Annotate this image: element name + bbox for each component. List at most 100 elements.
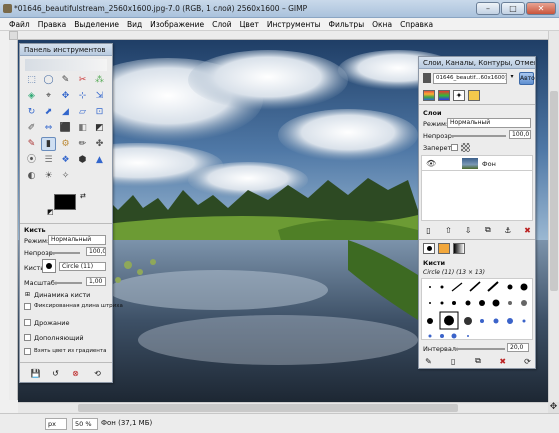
option-dynamics[interactable]: Динамика кисти bbox=[34, 291, 90, 299]
swap-colors-icon[interactable]: ⇄ bbox=[80, 192, 86, 200]
menu-item-0[interactable]: Файл bbox=[5, 18, 34, 30]
tool-5-icon[interactable]: ◈ bbox=[24, 89, 39, 103]
vertical-ruler[interactable] bbox=[9, 40, 18, 400]
tool-28-icon[interactable]: ⬢ bbox=[75, 153, 90, 167]
save-options-icon[interactable]: 💾 bbox=[30, 368, 41, 378]
horizontal-scroll-thumb[interactable] bbox=[78, 404, 458, 412]
menu-item-9[interactable]: Окна bbox=[368, 18, 396, 30]
tool-29-icon[interactable]: ▲ bbox=[92, 153, 107, 167]
layer-opacity-slider[interactable] bbox=[451, 135, 506, 137]
unit-select[interactable]: px bbox=[45, 418, 67, 430]
tool-30-icon[interactable]: ◐ bbox=[24, 169, 39, 183]
tool-9-icon[interactable]: ⇲ bbox=[92, 89, 107, 103]
refresh-brushes-icon[interactable]: ⟳ bbox=[522, 356, 533, 366]
menu-item-2[interactable]: Выделение bbox=[70, 18, 123, 30]
lock-pixels-checkbox[interactable] bbox=[451, 144, 458, 151]
tool-23-icon[interactable]: ✏ bbox=[75, 137, 90, 151]
scale-slider[interactable] bbox=[54, 282, 82, 284]
duplicate-brush-icon[interactable]: ⧉ bbox=[473, 356, 484, 366]
auto-button[interactable]: Авто bbox=[519, 72, 535, 85]
tool-3-icon[interactable]: ✂ bbox=[75, 73, 90, 87]
scale-field[interactable]: 1,00 bbox=[86, 277, 106, 286]
horizontal-ruler[interactable] bbox=[18, 31, 548, 40]
raise-layer-icon[interactable]: ⇧ bbox=[443, 225, 454, 235]
tab-patterns-icon[interactable] bbox=[438, 243, 450, 254]
restore-options-icon[interactable]: ↺ bbox=[50, 368, 61, 378]
tool-18-icon[interactable]: ◧ bbox=[75, 121, 90, 135]
vertical-scrollbar[interactable] bbox=[548, 31, 559, 402]
anchor-layer-icon[interactable]: ⚓ bbox=[502, 225, 513, 235]
layer-name[interactable]: Фон bbox=[482, 160, 496, 168]
reset-colors-icon[interactable]: ◩ bbox=[47, 208, 54, 216]
tab-paths-icon[interactable]: ✦ bbox=[453, 90, 465, 101]
tool-31-icon[interactable]: ☀ bbox=[41, 169, 56, 183]
tool-1-icon[interactable]: ◯ bbox=[41, 73, 56, 87]
tab-channels-icon[interactable] bbox=[438, 90, 450, 101]
spacing-slider[interactable] bbox=[453, 348, 505, 350]
wilber-drop-area[interactable] bbox=[25, 59, 107, 71]
tool-0-icon[interactable]: ⬚ bbox=[24, 73, 39, 87]
menu-item-10[interactable]: Справка bbox=[396, 18, 437, 30]
horizontal-scrollbar[interactable] bbox=[18, 402, 548, 413]
tool-26-icon[interactable]: ☰ bbox=[41, 153, 56, 167]
menu-item-1[interactable]: Правка bbox=[34, 18, 71, 30]
tool-16-icon[interactable]: ⇔ bbox=[41, 121, 56, 135]
duplicate-layer-icon[interactable]: ⧉ bbox=[482, 225, 493, 235]
tool-24-icon[interactable]: ✤ bbox=[92, 137, 107, 151]
tool-2-icon[interactable]: ✎ bbox=[58, 73, 73, 87]
tool-22-icon[interactable]: ⚙ bbox=[58, 137, 73, 151]
tool-19-icon[interactable]: ◩ bbox=[92, 121, 107, 135]
gradient-checkbox[interactable] bbox=[24, 348, 31, 355]
tool-6-icon[interactable]: ⌖ bbox=[41, 89, 56, 103]
tool-25-icon[interactable]: ⦿ bbox=[24, 153, 39, 167]
maximize-button[interactable]: □ bbox=[501, 2, 525, 15]
brush-grid[interactable] bbox=[421, 278, 533, 340]
tool-21-icon[interactable]: ▮ bbox=[41, 137, 56, 151]
tool-14-icon[interactable]: ⊡ bbox=[92, 105, 107, 119]
jitter-checkbox[interactable] bbox=[24, 319, 31, 326]
tool-11-icon[interactable]: ⬈ bbox=[41, 105, 56, 119]
opacity-slider[interactable] bbox=[50, 252, 80, 254]
opacity-field[interactable]: 100,0 bbox=[86, 247, 106, 256]
tool-7-icon[interactable]: ✥ bbox=[58, 89, 73, 103]
delete-brush-icon[interactable]: ✖ bbox=[497, 356, 508, 366]
edit-brush-icon[interactable]: ✎ bbox=[423, 356, 434, 366]
tool-32-icon[interactable]: ✧ bbox=[58, 169, 73, 183]
menu-item-8[interactable]: Фильтры bbox=[325, 18, 369, 30]
quick-mask-corner[interactable] bbox=[9, 31, 18, 40]
vertical-scroll-thumb[interactable] bbox=[550, 91, 558, 291]
tab-undo-icon[interactable] bbox=[468, 90, 480, 101]
mode-select[interactable]: Нормальный bbox=[48, 235, 106, 245]
minimize-button[interactable]: – bbox=[476, 2, 500, 15]
fixed-length-checkbox[interactable] bbox=[24, 303, 31, 310]
menu-item-4[interactable]: Изображение bbox=[146, 18, 208, 30]
lock-alpha-icon[interactable] bbox=[461, 143, 470, 152]
tool-13-icon[interactable]: ▱ bbox=[75, 105, 90, 119]
tool-15-icon[interactable]: ✐ bbox=[24, 121, 39, 135]
layer-row[interactable]: 👁 Фон bbox=[421, 155, 533, 171]
delete-options-icon[interactable]: ⊗ bbox=[70, 368, 81, 378]
layer-mode-select[interactable]: Нормальный bbox=[447, 118, 531, 128]
tab-gradients-icon[interactable] bbox=[453, 243, 465, 254]
tool-20-icon[interactable]: ✎ bbox=[24, 137, 39, 151]
new-brush-icon[interactable]: ▯ bbox=[448, 356, 459, 366]
tool-4-icon[interactable]: ⁂ bbox=[92, 73, 107, 87]
brush-preview[interactable] bbox=[42, 259, 56, 273]
incremental-checkbox[interactable] bbox=[24, 334, 31, 341]
menu-item-7[interactable]: Инструменты bbox=[263, 18, 325, 30]
reset-options-icon[interactable]: ⟲ bbox=[92, 368, 103, 378]
image-select-arrow-icon[interactable]: ▾ bbox=[508, 73, 516, 84]
layer-opacity-field[interactable]: 100,0 bbox=[509, 130, 531, 139]
menu-item-6[interactable]: Цвет bbox=[236, 18, 263, 30]
image-select[interactable]: 01646_beautif...60x1600].jpg-7.0 bbox=[433, 73, 507, 84]
spacing-field[interactable]: 20,0 bbox=[507, 343, 529, 352]
tool-10-icon[interactable]: ↻ bbox=[24, 105, 39, 119]
expand-icon[interactable]: ⊞ bbox=[25, 291, 30, 298]
lower-layer-icon[interactable]: ⇩ bbox=[463, 225, 474, 235]
tool-8-icon[interactable]: ⊹ bbox=[75, 89, 90, 103]
new-layer-icon[interactable]: ▯ bbox=[423, 225, 434, 235]
tab-layers-icon[interactable] bbox=[423, 90, 435, 101]
foreground-color[interactable] bbox=[54, 194, 76, 210]
tool-27-icon[interactable]: ❖ bbox=[58, 153, 73, 167]
menu-item-3[interactable]: Вид bbox=[123, 18, 146, 30]
